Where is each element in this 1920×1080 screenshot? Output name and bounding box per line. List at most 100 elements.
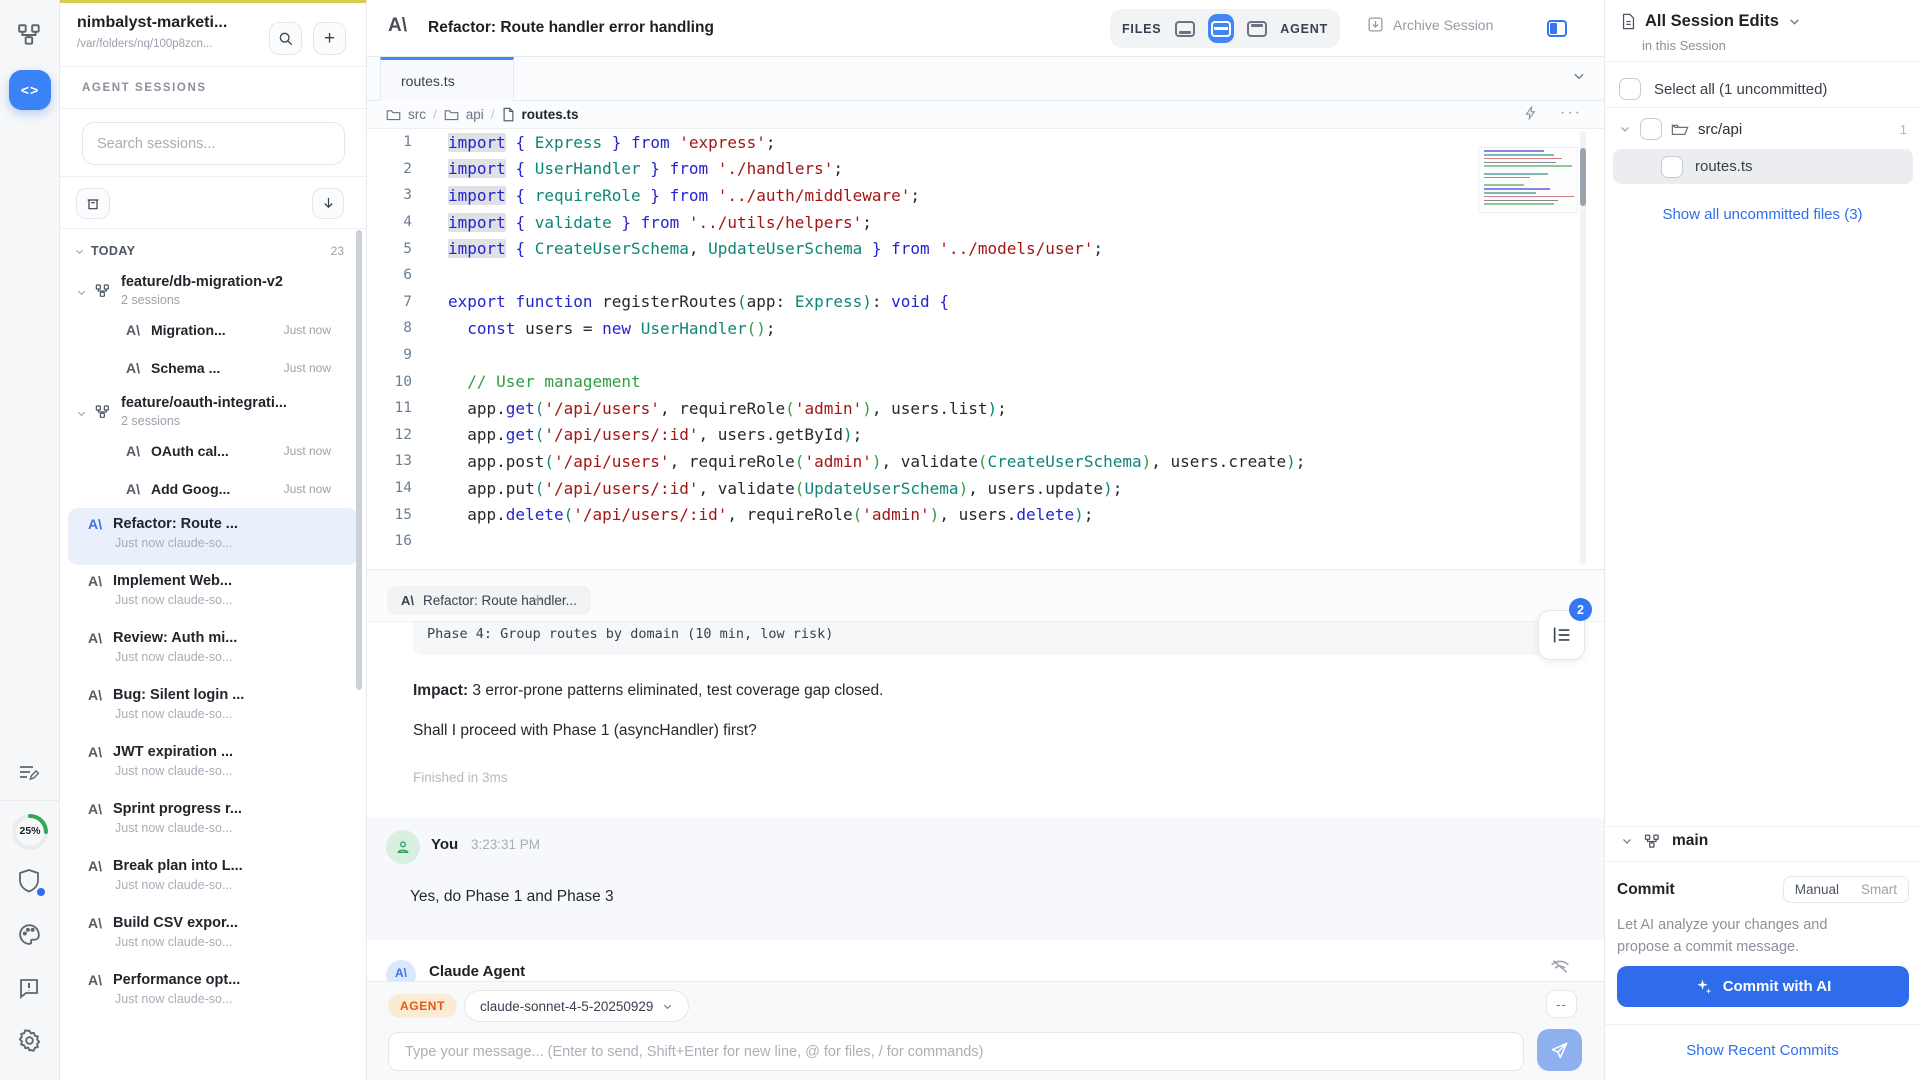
edits-header[interactable]: All Session Edits [1621,12,1801,31]
session-time: Just now [284,361,331,375]
new-chat-tab-button[interactable]: + [532,590,543,612]
download-sessions-button[interactable] [312,188,344,219]
outline-count-badge: 2 [1569,598,1592,621]
file-row-selected[interactable]: routes.ts [1613,149,1913,184]
commit-hint-text: Let AI analyze your changes and propose … [1617,914,1877,958]
chevron-down-icon[interactable] [1621,835,1633,847]
editor-tab-bar: routes.ts [367,57,1604,101]
agent-label: AGENT [1280,22,1328,36]
right-panel-toggle-icon[interactable] [1547,20,1567,37]
session-item[interactable]: A\Refactor: Route ...Just now claude-so.… [68,508,358,565]
tab-list-chevron-icon[interactable] [1572,69,1586,83]
chat-tab-active[interactable]: A\ Refactor: Route handler... [387,586,591,615]
folder-checkbox[interactable] [1640,118,1662,140]
breadcrumb-file[interactable]: routes.ts [522,107,579,122]
folder-icon [386,108,401,121]
settings-gear-icon[interactable] [17,1028,42,1053]
outline-button[interactable]: 2 [1538,610,1585,660]
message-input[interactable] [388,1032,1524,1071]
branch-session-item[interactable]: A\Add Goog...Just now [60,470,366,508]
feedback-icon[interactable] [17,976,41,1000]
branch-icon [95,404,111,420]
commit-section-header: Commit Manual Smart [1617,876,1909,903]
new-session-button[interactable]: + [313,22,346,55]
agent-view-button[interactable] [1244,14,1270,43]
mode-manual[interactable]: Manual [1784,882,1850,897]
session-title: JWT expiration ... [113,744,233,760]
send-button[interactable] [1537,1029,1582,1071]
zap-icon[interactable] [1524,105,1538,121]
code-editor[interactable]: 1import { Express } from 'express';2impo… [367,129,1604,569]
branch-session-item[interactable]: A\Migration...Just now [60,311,366,349]
branch-name: feature/db-migration-v2 [121,274,283,290]
file-checkbox[interactable] [1661,156,1683,178]
files-view-button[interactable] [1171,14,1197,43]
composer-collapse-button[interactable]: -- [1546,990,1577,1018]
split-view-button[interactable] [1208,14,1234,43]
branch-group-header[interactable]: feature/db-migration-v2 2 sessions [60,266,366,311]
archive-session-button[interactable]: Archive Session [1367,16,1493,33]
show-recent-commits-link[interactable]: Show Recent Commits [1605,1042,1920,1059]
more-options-icon[interactable]: ··· [1560,104,1582,122]
sessions-sidebar: nimbalyst-marketi... /var/folders/nq/100… [60,0,367,1080]
session-item[interactable]: A\Performance opt...Just now claude-so..… [60,964,366,1021]
today-group-header[interactable]: TODAY23 [60,236,366,266]
chat-transcript: Phase 4: Group routes by domain (10 min,… [367,622,1604,981]
breadcrumb-separator: / [491,107,495,122]
session-item[interactable]: A\Sprint progress r...Just now claude-so… [60,793,366,850]
sparkles-icon [1695,978,1713,996]
agent-avatar: A\ [386,960,416,981]
download-arrow-icon [321,196,336,211]
agent-sessions-label: AGENT SESSIONS [82,82,207,94]
chevron-down-icon[interactable] [1619,123,1631,135]
model-selector[interactable]: claude-sonnet-4-5-20250929 [464,990,689,1022]
chevron-down-icon [76,287,87,298]
divider [60,108,366,109]
session-time: Just now [284,444,331,458]
session-item[interactable]: A\JWT expiration ...Just now claude-so..… [60,736,366,793]
branch-session-item[interactable]: A\Schema ...Just now [60,349,366,387]
code-lines: 1import { Express } from 'express';2impo… [367,129,1604,555]
session-item[interactable]: A\Bug: Silent login ...Just now claude-s… [60,679,366,736]
commit-with-ai-button[interactable]: Commit with AI [1617,966,1909,1007]
edits-title: All Session Edits [1645,12,1779,31]
shield-icon[interactable] [17,868,41,894]
breadcrumb-api[interactable]: api [466,107,484,122]
branch-group-header[interactable]: feature/oauth-integrati...2 sessions [60,387,366,432]
branch-session-item[interactable]: A\OAuth cal...Just now [60,432,366,470]
agent-logo-icon: A\ [88,915,102,931]
session-title: Build CSV expor... [113,915,238,931]
connection-off-icon[interactable] [1550,959,1570,974]
mode-smart[interactable]: Smart [1850,882,1908,897]
palette-icon[interactable] [17,922,42,947]
show-all-uncommitted-link[interactable]: Show all uncommitted files (3) [1605,206,1920,223]
code-workspace-button[interactable]: <> [9,70,51,110]
search-sessions-input[interactable] [82,122,345,165]
session-item[interactable]: A\Build CSV expor...Just now claude-so..… [60,907,366,964]
session-item[interactable]: A\Break plan into L...Just now claude-so… [60,850,366,907]
session-item[interactable]: A\Implement Web...Just now claude-so... [60,565,366,622]
code-line: 11 app.get('/api/users', requireRole('ad… [367,395,1604,422]
select-all-row[interactable]: Select all (1 uncommitted) [1619,78,1827,100]
workflow-icon[interactable] [17,22,43,48]
editor-scrollbar-thumb[interactable] [1580,148,1586,206]
sidebar-scrollbar[interactable] [356,230,362,690]
model-name: claude-sonnet-4-5-20250929 [480,999,653,1014]
agent-logo-icon: A\ [88,630,102,646]
session-item[interactable]: A\Review: Auth mi...Just now claude-so..… [60,622,366,679]
folder-row[interactable]: src/api 1 [1619,118,1907,140]
minimap[interactable] [1478,147,1578,213]
commit-mode-toggle[interactable]: Manual Smart [1783,876,1909,903]
select-all-checkbox[interactable] [1619,78,1641,100]
code-line: 12 app.get('/api/users/:id', users.getBy… [367,422,1604,449]
compose-notes-icon[interactable] [17,762,41,786]
branch-session-count: 2 sessions [121,293,283,307]
archive-session-label: Archive Session [1393,17,1493,33]
archive-filter-button[interactable] [76,188,110,219]
breadcrumb-src[interactable]: src [408,107,426,122]
divider [1605,107,1920,108]
tab-routes-ts[interactable]: routes.ts [380,57,514,101]
search-button[interactable] [269,22,302,55]
usage-progress-ring[interactable]: 25% [10,812,50,852]
branch-row[interactable]: main [1621,832,1708,850]
